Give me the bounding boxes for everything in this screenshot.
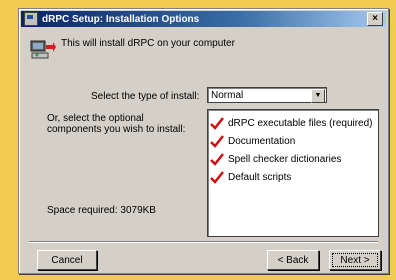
component-item[interactable]: Default scripts xyxy=(210,168,376,186)
intro-row: This will install dRPC on your computer xyxy=(29,35,235,63)
component-label: Default scripts xyxy=(228,171,292,183)
component-item[interactable]: Documentation xyxy=(210,132,376,150)
checkmark-icon[interactable] xyxy=(210,134,224,148)
app-icon xyxy=(24,12,38,26)
cancel-button[interactable]: Cancel xyxy=(37,250,97,270)
checkmark-icon[interactable] xyxy=(210,170,224,184)
checkmark-icon[interactable] xyxy=(210,152,224,166)
close-button[interactable]: × xyxy=(367,12,383,26)
component-label: Spell checker dictionaries xyxy=(228,153,342,165)
install-type-select[interactable]: Normal ▼ xyxy=(207,87,327,103)
chevron-down-icon[interactable]: ▼ xyxy=(311,89,325,103)
component-label: Documentation xyxy=(228,135,296,147)
installer-window: dRPC Setup: Installation Options × This … xyxy=(18,8,389,274)
installer-icon xyxy=(30,40,56,59)
component-item[interactable]: dRPC executable files (required) xyxy=(210,114,376,132)
checkmark-icon[interactable] xyxy=(210,116,224,130)
back-button[interactable]: < Back xyxy=(267,250,319,270)
component-label: dRPC executable files (required) xyxy=(228,117,373,129)
components-label: Or, select the optional components you w… xyxy=(47,113,186,135)
component-item[interactable]: Spell checker dictionaries xyxy=(210,150,376,168)
next-button[interactable]: Next > xyxy=(329,250,381,270)
space-required: Space required: 3079KB xyxy=(47,205,156,216)
components-list[interactable]: dRPC executable files (required) Document… xyxy=(207,109,379,237)
title-bar[interactable]: dRPC Setup: Installation Options × xyxy=(21,11,386,27)
window-title: dRPC Setup: Installation Options xyxy=(42,13,200,25)
intro-text: This will install dRPC on your computer xyxy=(61,38,235,49)
install-type-label: Select the type of install: xyxy=(91,91,200,102)
install-type-value: Normal xyxy=(211,90,244,101)
divider xyxy=(29,241,378,243)
